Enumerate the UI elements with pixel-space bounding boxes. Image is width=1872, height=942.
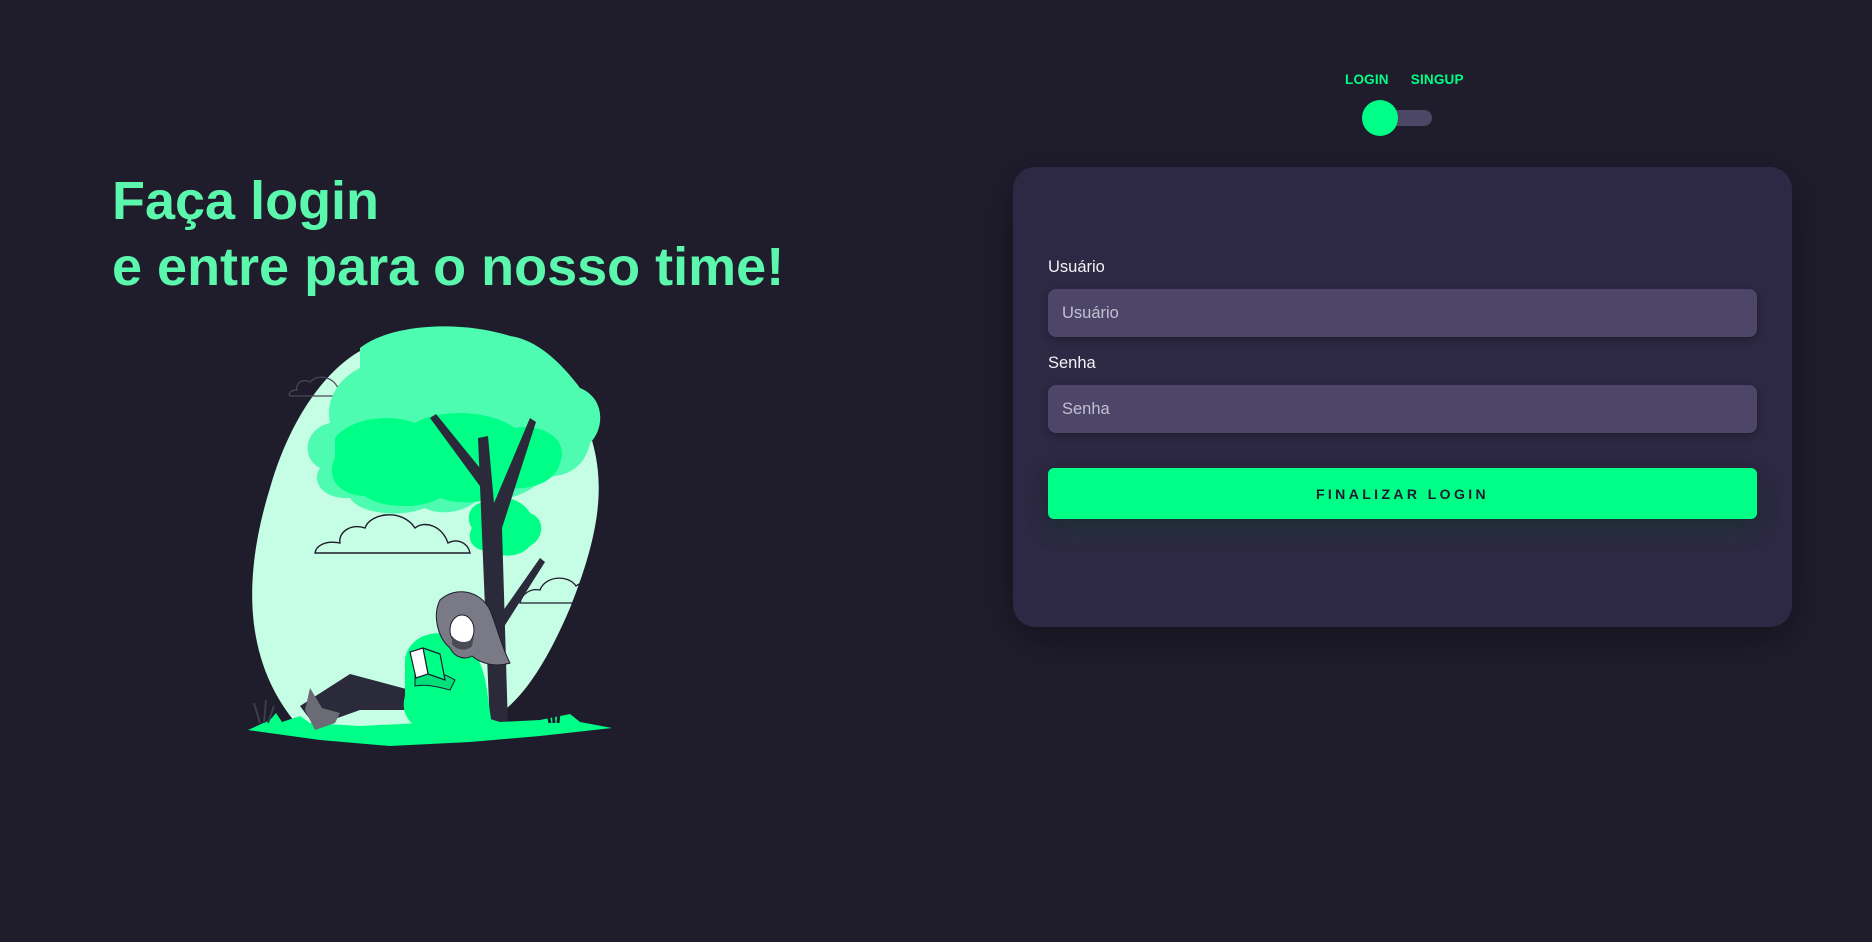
password-field-label: Senha: [1048, 354, 1096, 372]
reading-under-tree-illustration: [248, 326, 621, 746]
user-input[interactable]: [1048, 289, 1757, 337]
signup-mode-label[interactable]: SINGUP: [1411, 72, 1464, 87]
user-field-label: Usuário: [1048, 258, 1105, 276]
mode-toggle-knob[interactable]: [1362, 100, 1398, 136]
mode-labels: LOGIN SINGUP: [1345, 72, 1464, 87]
hero-headline: Faça login e entre para o nosso time!: [112, 168, 784, 300]
login-signup-switch: LOGIN SINGUP: [1340, 70, 1470, 140]
headline-line-1: Faça login: [112, 171, 380, 231]
login-page: Faça login e entre para o nosso time! LO…: [0, 0, 1872, 942]
password-input[interactable]: [1048, 385, 1757, 433]
login-card: Usuário Senha FINALIZAR LOGIN: [1013, 167, 1792, 627]
finalize-login-button[interactable]: FINALIZAR LOGIN: [1048, 468, 1757, 519]
headline-line-2: e entre para o nosso time!: [112, 237, 785, 297]
login-mode-label[interactable]: LOGIN: [1345, 72, 1389, 87]
